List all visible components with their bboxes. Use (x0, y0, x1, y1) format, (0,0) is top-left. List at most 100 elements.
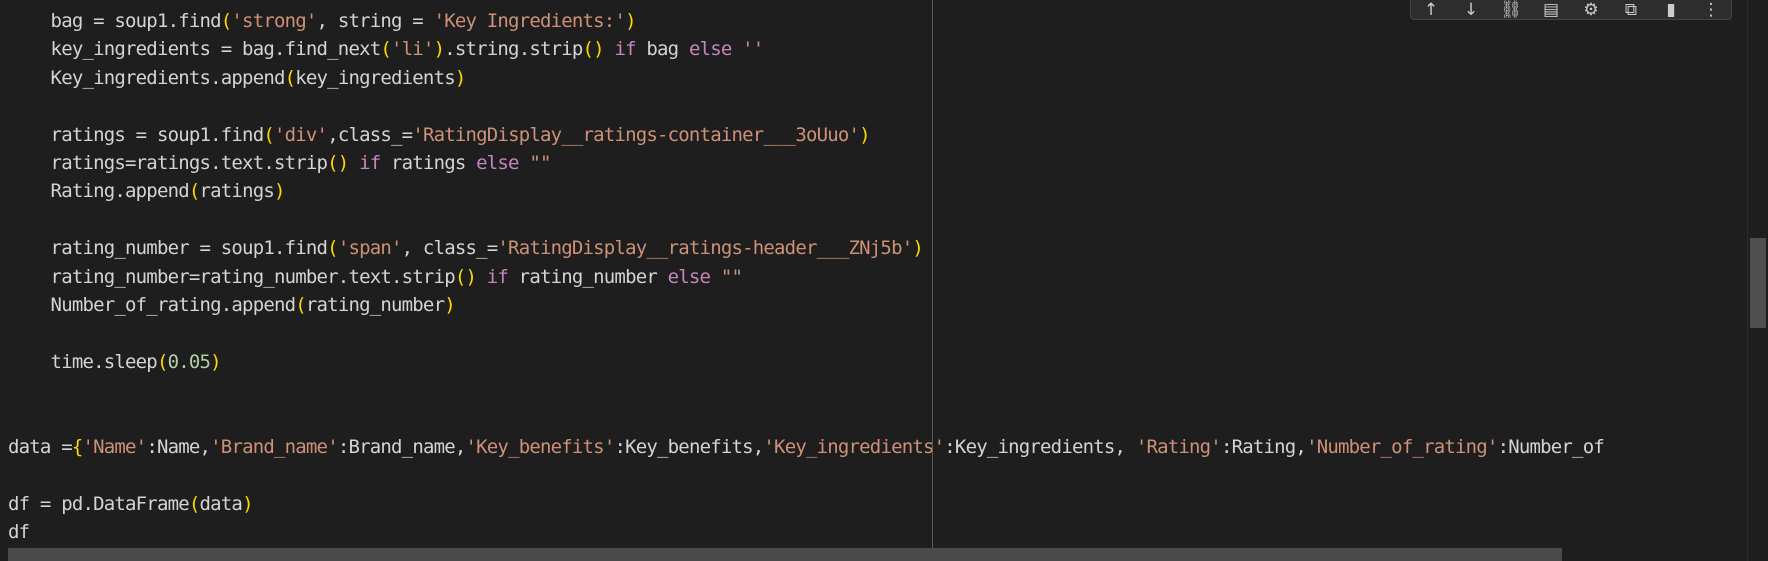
code-token: if (359, 152, 381, 174)
code-token: Key_ingredients.append (8, 66, 286, 89)
code-token: if (614, 38, 636, 61)
code-token: rating_number (305, 294, 445, 316)
code-token: ( (188, 492, 200, 515)
code-token: Number_of_rating.append (8, 294, 297, 316)
code-token: ) (242, 492, 253, 515)
code-token: 'strong' (231, 10, 317, 32)
code-token: "" (720, 265, 743, 288)
code-token: ) (444, 294, 455, 316)
code-token: ) (210, 350, 221, 373)
code-token: ( (188, 180, 200, 203)
code-line: df = pd.DataFrame(data) (8, 490, 253, 518)
code-line: rating_number=rating_number.text.strip()… (8, 263, 743, 291)
code-token: 'RatingDisplay__ratings-header___ZNj5b' (497, 237, 913, 260)
code-token: ratings (380, 152, 477, 174)
code-token: :Rating, (1220, 436, 1307, 458)
more-options-icon[interactable]: ⋮ (1696, 0, 1726, 19)
vertical-scrollbar[interactable] (1747, 0, 1768, 561)
code-token: { (71, 436, 83, 458)
code-token: 'span' (337, 237, 403, 260)
code-line: ratings=ratings.text.strip() if ratings … (8, 149, 552, 177)
code-token: ratings (199, 180, 275, 203)
link-icon[interactable]: ⛓ (1496, 0, 1526, 19)
code-token: .string.strip (444, 38, 583, 61)
cell-toolbar: ↑ ↓ ⛓ ▤ ⚙ ⧉ ▮ ⋮ (1410, 0, 1732, 20)
code-token: rating_number=rating_number.text.strip (8, 265, 456, 288)
code-token: else (688, 38, 732, 61)
code-token: ) (859, 123, 870, 146)
code-token: if (486, 265, 509, 288)
code-token: else (476, 152, 519, 174)
code-token: else (667, 265, 711, 288)
code-token: :Key_ingredients, (944, 436, 1136, 458)
move-down-icon[interactable]: ↓ (1456, 0, 1486, 19)
code-token: ( (263, 123, 274, 146)
code-token: ( (295, 294, 306, 316)
code-token: ( (220, 10, 232, 32)
code-token: () (454, 265, 477, 288)
code-token: bag = soup1.find (8, 10, 222, 32)
code-line: Rating.append(ratings) (8, 177, 286, 205)
code-line: Key_ingredients.append(key_ingredients) (8, 64, 467, 92)
code-token: "" (529, 152, 551, 174)
code-token: rating_number (508, 265, 668, 288)
code-token: :Key_benefits, (614, 436, 764, 458)
open-in-editor-icon[interactable]: ⧉ (1616, 0, 1646, 19)
code-token: 'div' (273, 123, 328, 146)
code-token: ( (156, 350, 168, 373)
code-token: 'Rating' (1135, 436, 1222, 458)
code-token: , string = (316, 10, 434, 32)
code-token: ) (454, 66, 466, 89)
comment-icon[interactable]: ▤ (1536, 0, 1566, 19)
vertical-scrollbar-thumb[interactable] (1750, 238, 1766, 328)
delete-icon[interactable]: ▮ (1656, 0, 1686, 19)
code-token: ,class_= (327, 123, 413, 146)
code-line: df (8, 518, 30, 546)
code-token: 'Key_benefits' (465, 436, 616, 458)
code-line: key_ingredients = bag.find_next('li').st… (8, 35, 765, 63)
code-editor[interactable]: bag = soup1.find('strong', string = 'Key… (0, 0, 1748, 561)
move-up-icon[interactable]: ↑ (1416, 0, 1446, 19)
code-token: ) (433, 38, 445, 61)
code-token: 'Key Ingredients:' (433, 10, 626, 32)
horizontal-scrollbar[interactable] (8, 548, 1562, 561)
code-line: rating_number = soup1.find('span', class… (8, 234, 924, 262)
code-line: Number_of_rating.append(rating_number) (8, 291, 456, 319)
code-token: Rating.append (8, 180, 190, 203)
gear-icon[interactable]: ⚙ (1576, 0, 1606, 19)
code-token: data (199, 492, 243, 515)
code-line: bag = soup1.find('strong', string = 'Key… (8, 7, 637, 35)
code-token: 'Name' (82, 436, 147, 458)
code-token: () (582, 38, 605, 61)
code-token: time.sleep (8, 350, 158, 373)
code-token: () (327, 152, 349, 174)
code-token: ) (274, 180, 285, 203)
code-token: df = pd.DataFrame (8, 492, 190, 515)
code-token: 'Key_ingredients' (763, 436, 945, 458)
code-token: 'li' (391, 38, 434, 61)
code-token: df (8, 521, 30, 544)
code-token: 'Brand_name' (210, 436, 338, 458)
code-token: 0.05 (167, 350, 211, 373)
code-line: ratings = soup1.find('div',class_='Ratin… (8, 121, 871, 149)
code-token: :Name, (146, 436, 211, 458)
code-token: :Brand_name, (337, 436, 466, 458)
code-line: data ={'Name':Name,'Brand_name':Brand_na… (8, 433, 1605, 461)
code-token: ratings = soup1.find (8, 123, 265, 146)
code-token: bag (635, 38, 689, 61)
code-line: time.sleep(0.05) (8, 348, 222, 376)
code-token: ( (327, 237, 338, 260)
code-token: rating_number = soup1.find (8, 237, 328, 260)
code-token: 'RatingDisplay__ratings-container___3oUu… (412, 123, 860, 146)
code-token: :Number_of (1497, 436, 1605, 458)
code-token: key_ingredients (295, 66, 455, 89)
code-token: , class_= (401, 237, 499, 260)
code-token: key_ingredients = bag.find_next (8, 38, 382, 61)
code-token: ratings=ratings.text.strip (8, 152, 328, 174)
code-token: data = (8, 436, 73, 458)
